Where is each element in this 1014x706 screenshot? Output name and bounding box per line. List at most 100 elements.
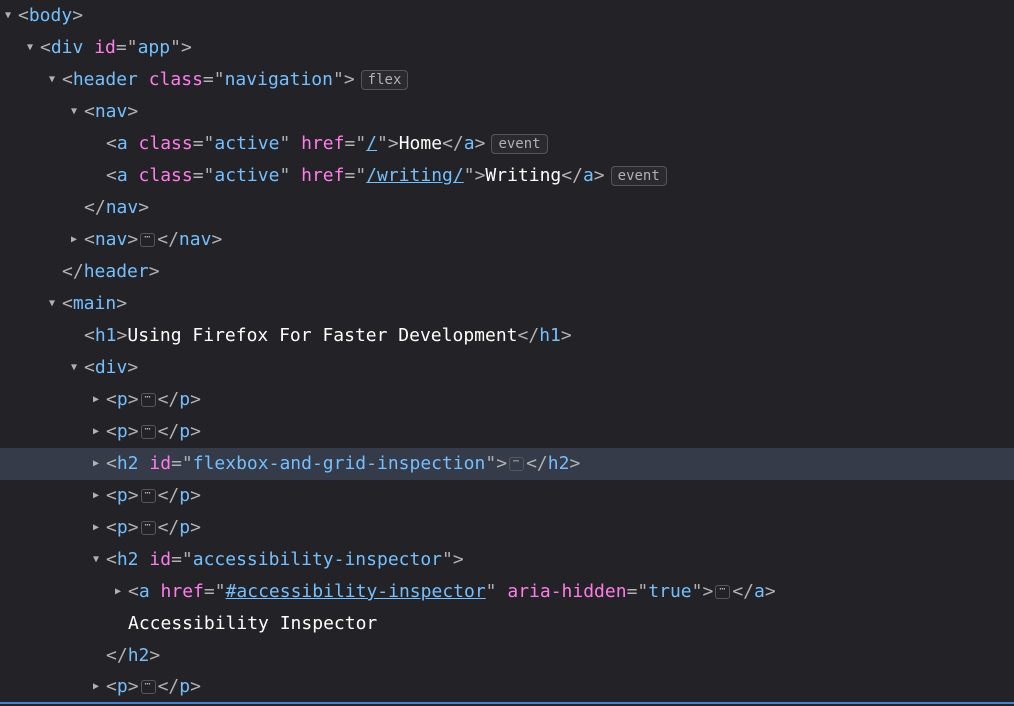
node-content: <main> [62, 288, 127, 320]
node-content: <nav>⋯</nav> [84, 224, 222, 256]
tree-row[interactable]: ▶<p>⋯</p> [0, 512, 1014, 544]
tag-name: header [84, 261, 149, 282]
twisty-icon[interactable]: ▶ [88, 671, 104, 703]
tree-row[interactable]: ▼<header class="navigation">flex [0, 64, 1014, 96]
tag-name: nav [179, 229, 212, 250]
tag-name: nav [95, 101, 128, 122]
twisty-icon[interactable]: ▼ [66, 352, 82, 384]
attr-value: / [366, 133, 377, 154]
ellipsis-icon[interactable]: ⋯ [715, 585, 730, 599]
ellipsis-icon[interactable]: ⋯ [141, 393, 156, 407]
ellipsis-icon[interactable]: ⋯ [140, 233, 155, 247]
ellipsis-icon[interactable]: ⋯ [141, 521, 156, 535]
event-badge[interactable]: event [491, 134, 547, 154]
attr-name: href [301, 133, 344, 154]
tag-name: a [117, 133, 128, 154]
twisty-icon[interactable]: ▶ [88, 480, 104, 512]
node-content: <p>⋯</p> [106, 416, 201, 448]
attr-value: true [648, 581, 691, 602]
tag-name: p [179, 485, 190, 506]
attr-value: /writing/ [366, 165, 464, 186]
tree-row[interactable]: <a class="active" href="/">Home</a>event [0, 128, 1014, 160]
node-content: <h1>Using Firefox For Faster Development… [84, 320, 572, 352]
attr-name: class [149, 69, 203, 90]
attr-name: class [139, 133, 193, 154]
tree-row[interactable]: ▶<p>⋯</p> [0, 384, 1014, 416]
twisty-icon[interactable]: ▶ [88, 384, 104, 416]
tree-row[interactable]: ▼<nav> [0, 96, 1014, 128]
tree-row[interactable]: </h2> [0, 640, 1014, 672]
ellipsis-icon[interactable]: ⋯ [141, 680, 156, 694]
ellipsis-icon[interactable]: ⋯ [509, 457, 524, 471]
tag-name: p [117, 676, 128, 697]
tag-name: p [179, 389, 190, 410]
tag-name: nav [106, 197, 139, 218]
tag-name: main [73, 293, 116, 314]
twisty-icon[interactable]: ▼ [0, 0, 16, 32]
node-content: <p>⋯</p> [106, 512, 201, 544]
twisty-icon[interactable]: ▼ [22, 32, 38, 64]
twisty-icon[interactable]: ▶ [66, 224, 82, 256]
ellipsis-icon[interactable]: ⋯ [141, 425, 156, 439]
twisty-icon[interactable]: ▶ [110, 576, 126, 608]
tree-row[interactable]: ▶<p>⋯</p> [0, 672, 1014, 704]
attr-name: id [149, 453, 171, 474]
tag-name: p [117, 517, 128, 538]
tree-row[interactable]: ▼<div id="app"> [0, 32, 1014, 64]
ellipsis-icon[interactable]: ⋯ [141, 489, 156, 503]
text-content: Home [399, 133, 442, 154]
tag-name: p [179, 517, 190, 538]
tag-name: p [117, 485, 128, 506]
tag-name: a [139, 581, 150, 602]
twisty-icon[interactable]: ▶ [88, 512, 104, 544]
tag-name: nav [95, 229, 128, 250]
attr-value: accessibility-inspector [193, 549, 442, 570]
tree-row[interactable]: </nav> [0, 192, 1014, 224]
attr-value: active [214, 165, 279, 186]
tree-row[interactable]: ▼<body> [0, 0, 1014, 32]
tree-row[interactable]: ▶<p>⋯</p> [0, 480, 1014, 512]
tree-row[interactable]: Accessibility Inspector [0, 608, 1014, 640]
tag-name: p [117, 389, 128, 410]
tree-row[interactable]: ▼<h2 id="accessibility-inspector"> [0, 544, 1014, 576]
twisty-icon[interactable]: ▶ [88, 416, 104, 448]
text-content: Using Firefox For Faster Development [127, 325, 517, 346]
node-content: <nav> [84, 96, 138, 128]
tree-row[interactable]: ▶<nav>⋯</nav> [0, 224, 1014, 256]
twisty-icon[interactable]: ▼ [66, 96, 82, 128]
node-content: Accessibility Inspector [128, 608, 377, 640]
event-badge[interactable]: event [611, 166, 667, 186]
tree-row[interactable]: ▶<h2 id="flexbox-and-grid-inspection">⋯<… [0, 448, 1014, 480]
tree-row[interactable]: ▶<p>⋯</p> [0, 416, 1014, 448]
attr-name: id [149, 549, 171, 570]
node-content: <p>⋯</p> [106, 480, 201, 512]
tree-row[interactable]: </header> [0, 256, 1014, 288]
tree-row[interactable]: <a class="active" href="/writing/">Writi… [0, 160, 1014, 192]
tree-row[interactable]: ▼<div> [0, 352, 1014, 384]
flex-badge[interactable]: flex [361, 70, 409, 90]
node-content: </h2> [106, 640, 160, 672]
text-content: Accessibility Inspector [128, 613, 377, 634]
tag-name: a [464, 133, 475, 154]
node-content: <div id="app"> [40, 32, 192, 64]
tag-name: p [179, 421, 190, 442]
node-content: </header> [62, 256, 160, 288]
tree-row[interactable]: ▶<a href="#accessibility-inspector" aria… [0, 576, 1014, 608]
text-content: Writing [485, 165, 561, 186]
attr-name: class [139, 165, 193, 186]
node-content: <p>⋯</p> [106, 384, 201, 416]
tree-row[interactable]: <h1>Using Firefox For Faster Development… [0, 320, 1014, 352]
tag-name: header [73, 69, 138, 90]
twisty-icon[interactable]: ▼ [44, 64, 60, 96]
twisty-icon[interactable]: ▶ [88, 448, 104, 480]
tree-row[interactable]: ▼<main> [0, 288, 1014, 320]
node-content: </nav> [84, 192, 149, 224]
twisty-icon[interactable]: ▼ [88, 544, 104, 576]
tag-name: div [95, 357, 128, 378]
dom-tree[interactable]: ▼<body>▼<div id="app">▼<header class="na… [0, 0, 1014, 704]
twisty-icon[interactable]: ▼ [44, 288, 60, 320]
tag-name: div [51, 37, 84, 58]
attr-name: id [94, 37, 116, 58]
node-content: <body> [18, 0, 83, 32]
node-content: <h2 id="flexbox-and-grid-inspection">⋯</… [106, 448, 580, 480]
